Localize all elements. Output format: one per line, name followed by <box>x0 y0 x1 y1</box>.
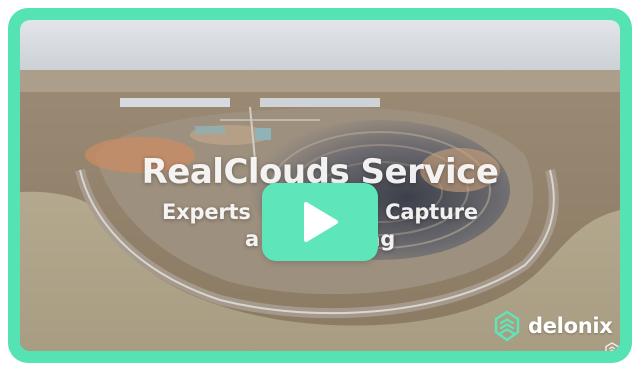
delonix-logo-icon <box>494 310 520 342</box>
video-frame: RealClouds Service Experts eali Capture … <box>8 8 632 363</box>
brand-name: delonix <box>528 314 613 338</box>
video-player[interactable]: RealClouds Service Experts eali Capture … <box>20 20 620 351</box>
watermark-icon <box>605 342 619 351</box>
brand-logo: delonix <box>494 310 613 342</box>
play-icon <box>304 202 338 242</box>
play-button[interactable] <box>262 183 378 261</box>
